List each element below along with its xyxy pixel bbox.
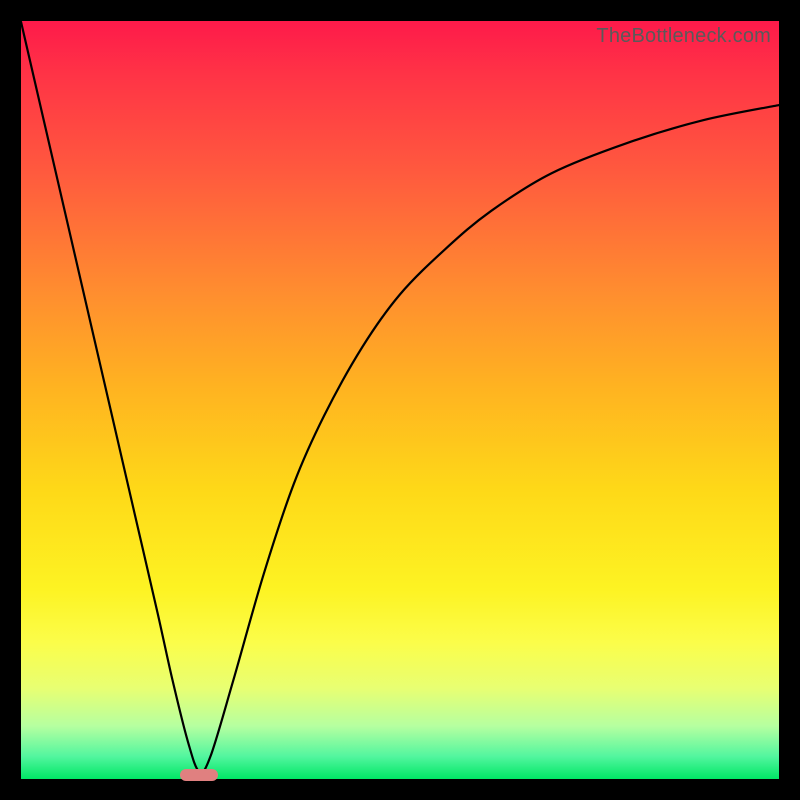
bottleneck-curve xyxy=(21,21,779,779)
optimal-point-marker xyxy=(180,769,218,781)
watermark-text: TheBottleneck.com xyxy=(596,25,771,48)
chart-frame: TheBottleneck.com xyxy=(21,21,779,779)
